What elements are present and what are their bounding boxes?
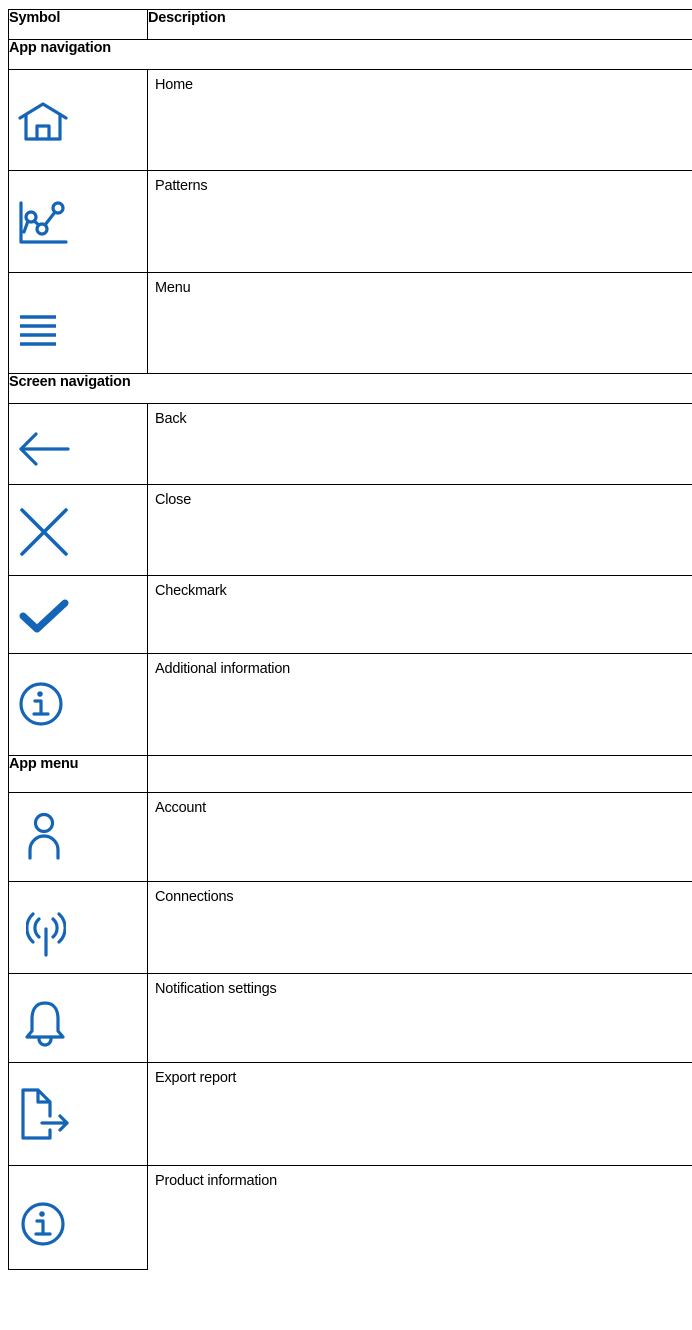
symbol-cell [8,272,148,374]
back-arrow-icon [18,431,70,467]
symbol-cell [8,403,148,485]
table-row: Home [8,69,692,171]
symbol-cell [8,170,148,273]
description-cell: Product information [147,1165,692,1270]
table-row: Connections [8,881,692,974]
description-cell: Home [147,69,692,171]
symbol-cell [8,1062,148,1166]
symbol-cell [8,575,148,654]
description-cell: Menu [147,272,692,374]
info-icon [18,681,64,727]
account-icon [28,812,60,860]
section-title: App navigation [8,39,692,70]
table-row: Account [8,792,692,882]
section-title: Screen navigation [8,373,692,404]
symbol-cell [8,653,148,756]
home-icon [18,102,68,142]
table-row: Notification settings [8,973,692,1063]
description-cell: Notification settings [147,973,692,1063]
symbol-cell [8,792,148,882]
symbol-cell [8,881,148,974]
export-report-icon [20,1088,70,1140]
section-row-app-menu: App menu [8,755,692,793]
menu-icon [18,314,58,346]
bell-icon [25,1001,65,1051]
table-row: Close [8,484,692,576]
section-empty-cell [147,755,692,793]
section-title: App menu [8,755,148,793]
table-row: Back [8,403,692,485]
symbol-cell [8,484,148,576]
table-row: Patterns [8,170,692,273]
table-row: Product information [8,1165,692,1270]
description-cell: Account [147,792,692,882]
info-icon [20,1201,66,1247]
table-row: Menu [8,272,692,374]
symbol-cell [8,69,148,171]
connections-icon [26,911,66,957]
table-row: Checkmark [8,575,692,654]
section-row-screen-navigation: Screen navigation [8,373,692,404]
close-icon [18,506,70,558]
header-description: Description [147,9,692,40]
table-header-row: Symbol Description [8,9,692,40]
symbols-table: Symbol Description App navigation Home P… [8,9,692,1270]
description-cell: Back [147,403,692,485]
description-cell: Patterns [147,170,692,273]
description-cell: Checkmark [147,575,692,654]
description-cell: Connections [147,881,692,974]
description-cell: Additional information [147,653,692,756]
symbol-cell [8,1165,148,1270]
description-cell: Export report [147,1062,692,1166]
section-row-app-navigation: App navigation [8,39,692,70]
table-row: Additional information [8,653,692,756]
header-symbol: Symbol [8,9,148,40]
patterns-icon [18,199,68,245]
table-row: Export report [8,1062,692,1166]
symbol-cell [8,973,148,1063]
checkmark-icon [18,598,70,634]
description-cell: Close [147,484,692,576]
